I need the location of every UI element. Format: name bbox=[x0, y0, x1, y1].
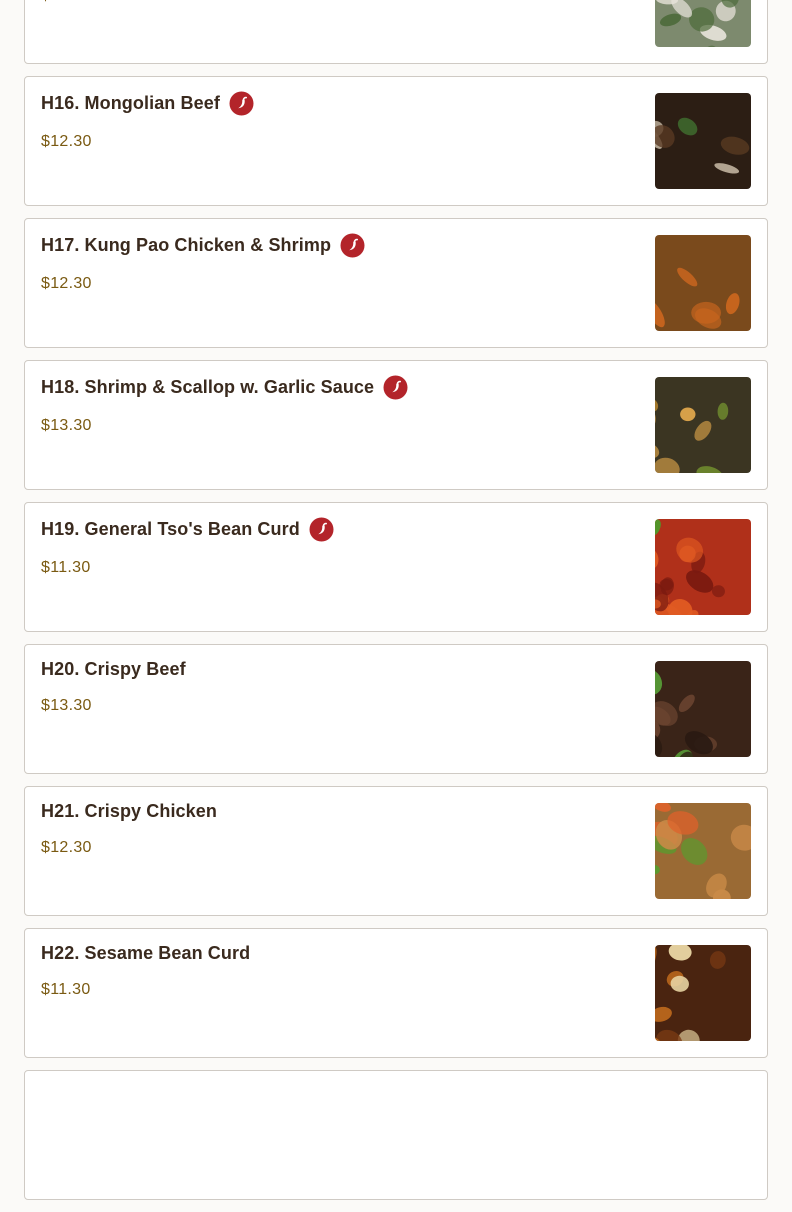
mongolian-beef-photo bbox=[655, 93, 751, 189]
menu-item-card[interactable]: H21. Crispy Chicken $12.30 bbox=[24, 786, 768, 916]
menu-item-card[interactable]: H20. Crispy Beef $13.30 bbox=[24, 644, 768, 774]
menu-item-price: $11.30 bbox=[41, 559, 91, 576]
crispy-beef-photo bbox=[655, 661, 751, 757]
menu-item-price: $14.30 bbox=[41, 0, 92, 5]
spicy-chili-icon bbox=[340, 233, 365, 258]
general-tso-bean-curd-photo bbox=[655, 519, 751, 615]
menu-item-card[interactable] bbox=[24, 1070, 768, 1200]
menu-item-card[interactable]: H18. Shrimp & Scallop w. Garlic Sauce $13… bbox=[24, 360, 768, 490]
menu-item-name: H22. Sesame Bean Curd bbox=[41, 943, 251, 963]
shrimp-scallop-photo bbox=[655, 377, 751, 473]
menu-item-price: $11.30 bbox=[41, 981, 91, 998]
spicy-chili-icon bbox=[309, 517, 334, 542]
menu-item-card[interactable]: H22. Sesame Bean Curd $11.30 bbox=[24, 928, 768, 1058]
menu-item-price: $13.30 bbox=[41, 417, 92, 434]
menu-item-name: H16. Mongolian Beef bbox=[41, 93, 220, 113]
menu-item-price: $13.30 bbox=[41, 697, 92, 714]
menu-item-name: H18. Shrimp & Scallop w. Garlic Sauce bbox=[41, 377, 375, 397]
menu-item-title-row: H19. General Tso's Bean Curd bbox=[41, 517, 334, 542]
menu-item-title-row: H18. Shrimp & Scallop w. Garlic Sauce bbox=[41, 375, 408, 400]
shrimp-vegetables-photo bbox=[655, 0, 751, 47]
spicy-chili-icon bbox=[383, 375, 408, 400]
menu-item-name: H20. Crispy Beef bbox=[41, 659, 186, 679]
menu-item-title-row: H21. Crispy Chicken bbox=[41, 801, 217, 822]
menu-item-name: H21. Crispy Chicken bbox=[41, 801, 217, 821]
sesame-bean-curd-photo bbox=[655, 945, 751, 1041]
menu-item-name: H19. General Tso's Bean Curd bbox=[41, 519, 300, 539]
menu-item-list: $14.30H16. Mongolian Beef$12.30H17. Kung… bbox=[24, 0, 768, 1212]
menu-item-price: $12.30 bbox=[41, 839, 92, 856]
menu-item-title-row: H16. Mongolian Beef bbox=[41, 91, 254, 116]
menu-item-card[interactable]: H16. Mongolian Beef $12.30 bbox=[24, 76, 768, 206]
crispy-chicken-photo bbox=[655, 803, 751, 899]
menu-item-card[interactable]: H17. Kung Pao Chicken & Shrimp $12.30 bbox=[24, 218, 768, 348]
menu-item-card[interactable]: H19. General Tso's Bean Curd $11.30 bbox=[24, 502, 768, 632]
menu-item-name: H17. Kung Pao Chicken & Shrimp bbox=[41, 235, 332, 255]
spicy-chili-icon bbox=[229, 91, 254, 116]
menu-item-title-row: H20. Crispy Beef bbox=[41, 659, 186, 680]
menu-item-price: $12.30 bbox=[41, 133, 92, 150]
menu-item-title-row: H22. Sesame Bean Curd bbox=[41, 943, 250, 964]
menu-item-price: $12.30 bbox=[41, 275, 92, 292]
menu-item-title-row: H17. Kung Pao Chicken & Shrimp bbox=[41, 233, 365, 258]
menu-item-card[interactable]: $14.30 bbox=[24, 0, 768, 64]
kung-pao-photo bbox=[655, 235, 751, 331]
